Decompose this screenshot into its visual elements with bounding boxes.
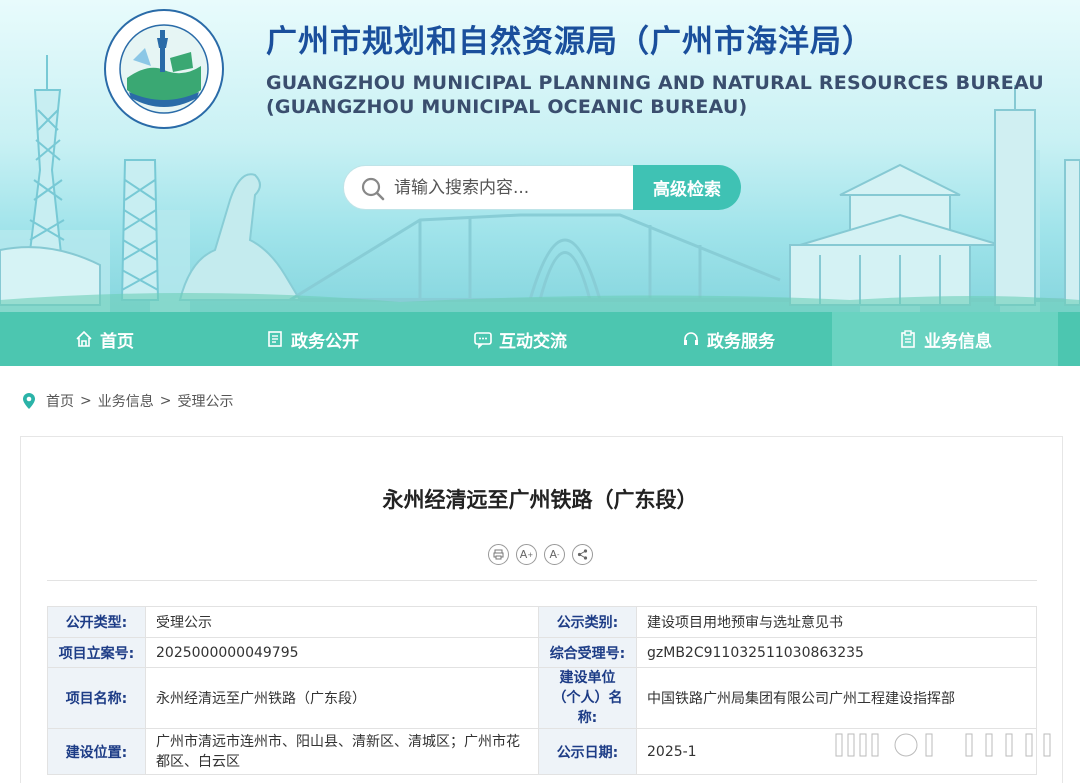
printer-glyph xyxy=(493,549,504,560)
clipboard-icon xyxy=(901,330,915,348)
table-key: 项目名称: xyxy=(47,667,146,729)
table-key: 公示类别: xyxy=(538,606,637,638)
breadcrumb: 首页 > 业务信息 > 受理公示 xyxy=(22,391,233,411)
nav-item-label: 政务公开 xyxy=(291,331,359,352)
table-value: 广州市清远市连州市、阳山县、清新区、清城区；广州市花都区、白云区 xyxy=(145,728,539,775)
search-icon[interactable] xyxy=(360,176,386,202)
table-key: 综合受理号: xyxy=(538,637,637,668)
header-banner: 广州市规划和自然资源局（广州市海洋局） GUANGZHOU MUNICIPAL … xyxy=(0,0,1080,312)
nav-item-label: 政务服务 xyxy=(707,331,775,352)
search-input[interactable] xyxy=(394,167,634,208)
article-title: 永州经清远至广州铁路（广东段） xyxy=(382,488,698,512)
table-row: 项目名称: 永州经清远至广州铁路（广东段） 建设单位（个人）名称: 中国铁路广州… xyxy=(47,667,1037,729)
table-key: 建设位置: xyxy=(47,728,146,775)
breadcrumb-separator: > xyxy=(159,393,172,409)
headset-icon xyxy=(684,332,698,345)
chat-icon xyxy=(474,332,492,349)
nav-item-government-affairs[interactable]: 政务公开 xyxy=(208,312,416,366)
advanced-search-button[interactable]: 高级检索 xyxy=(633,165,741,210)
share-icon[interactable] xyxy=(572,544,593,565)
site-subtitle-line1: GUANGZHOU MUNICIPAL PLANNING AND NATURAL… xyxy=(266,72,1044,94)
table-value: 2025000000049795 xyxy=(145,637,539,668)
breadcrumb-business-info[interactable]: 业务信息 xyxy=(98,391,154,411)
nav-item-business-info[interactable]: 业务信息 xyxy=(832,312,1058,366)
nav-item-label: 首页 xyxy=(100,331,134,352)
table-key: 公示日期: xyxy=(538,728,637,775)
home-icon xyxy=(76,330,92,347)
table-key: 建设单位（个人）名称: xyxy=(538,667,637,729)
site-subtitle-line2: (GUANGZHOU MUNICIPAL OCEANIC BUREAU) xyxy=(266,96,748,118)
site-subtitle: GUANGZHOU MUNICIPAL PLANNING AND NATURAL… xyxy=(266,71,1044,119)
font-smaller-icon[interactable]: A- xyxy=(544,544,565,565)
nav-item-label: 业务信息 xyxy=(924,331,992,352)
table-row: 项目立案号: 2025000000049795 综合受理号: gzMB2C911… xyxy=(47,637,1037,668)
nav-item-interaction[interactable]: 互动交流 xyxy=(416,312,624,366)
table-value: 受理公示 xyxy=(145,606,539,638)
nav-spacer xyxy=(1058,312,1080,366)
watermark-overlay xyxy=(835,733,1051,757)
breadcrumb-home[interactable]: 首页 xyxy=(46,391,74,411)
breadcrumb-separator: > xyxy=(80,393,92,409)
divider xyxy=(47,580,1037,581)
nav-item-services[interactable]: 政务服务 xyxy=(624,312,832,366)
document-icon xyxy=(268,331,282,347)
table-value: 中国铁路广州局集团有限公司广州工程建设指挥部 xyxy=(636,667,1037,729)
search-box xyxy=(343,165,643,210)
breadcrumb-acceptance-notice[interactable]: 受理公示 xyxy=(177,391,233,411)
table-value: gzMB2C911032511030863235 xyxy=(636,637,1037,668)
share-glyph xyxy=(577,549,588,560)
table-value: 永州经清远至广州铁路（广东段） xyxy=(145,667,539,729)
table-key: 项目立案号: xyxy=(47,637,146,668)
table-value: 建设项目用地预审与选址意见书 xyxy=(636,606,1037,638)
location-pin-icon xyxy=(23,393,35,409)
nav-item-home[interactable]: 首页 xyxy=(0,312,208,366)
search-bar: 高级检索 xyxy=(343,165,741,210)
main-nav: 首页 政务公开 互动交流 政务服务 业务信息 xyxy=(0,312,1080,366)
table-row: 公开类型: 受理公示 公示类别: 建设项目用地预审与选址意见书 xyxy=(47,606,1037,638)
table-key: 公开类型: xyxy=(47,606,146,638)
site-title: 广州市规划和自然资源局（广州市海洋局） xyxy=(266,24,874,60)
bureau-logo xyxy=(104,9,224,129)
font-larger-icon[interactable]: A + xyxy=(516,544,537,565)
print-icon[interactable] xyxy=(488,544,509,565)
nav-item-label: 互动交流 xyxy=(499,331,567,352)
article-tools: A + A- xyxy=(488,544,593,565)
